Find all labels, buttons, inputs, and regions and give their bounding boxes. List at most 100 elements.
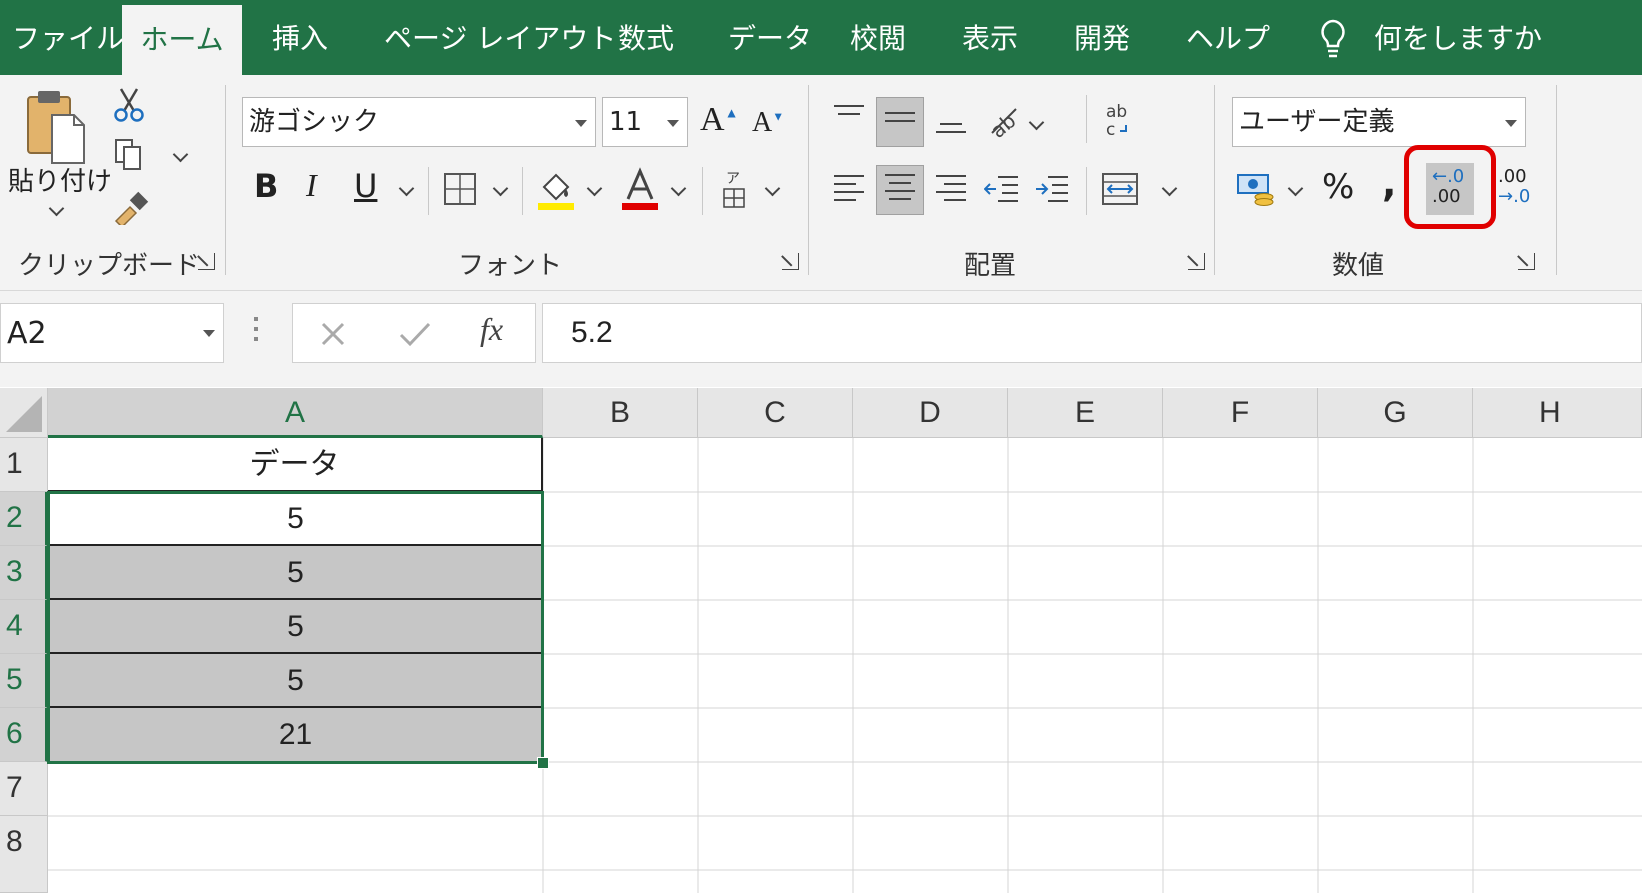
tab-review[interactable]: 校閲	[850, 0, 906, 75]
row-header-4[interactable]: 4	[0, 600, 48, 654]
select-all-button[interactable]	[0, 388, 48, 438]
row-header-5[interactable]: 5	[0, 654, 48, 708]
column-header-b[interactable]: B	[543, 388, 698, 438]
font-name-combo[interactable]: 游ゴシック	[242, 97, 596, 147]
lightbulb-icon	[1321, 19, 1345, 58]
number-format-combo[interactable]: ユーザー定義	[1232, 97, 1526, 147]
paste-dropdown-chevron-icon[interactable]	[48, 200, 65, 217]
borders-dropdown-chevron-icon[interactable]	[492, 180, 509, 197]
decrease-indent-icon[interactable]	[984, 173, 1020, 205]
tell-me-search[interactable]: 何をしますか	[1374, 0, 1542, 75]
group-separator	[1214, 85, 1215, 275]
svg-text:c: c	[1106, 120, 1115, 140]
increase-indent-icon[interactable]	[1034, 173, 1070, 205]
borders-icon[interactable]	[442, 171, 478, 207]
font-launcher-icon[interactable]	[782, 253, 799, 270]
font-size-value: 11	[609, 107, 643, 137]
tab-developer[interactable]: 開発	[1074, 0, 1130, 75]
number-launcher-icon[interactable]	[1518, 253, 1535, 270]
accounting-format-icon[interactable]	[1236, 171, 1276, 207]
insert-function-button[interactable]: fx	[480, 311, 503, 348]
row-header-7[interactable]: 7	[0, 762, 48, 816]
merge-center-icon[interactable]	[1100, 171, 1140, 207]
middle-align-button[interactable]	[876, 97, 924, 147]
number-format-value: ユーザー定義	[1239, 107, 1395, 137]
font-color-dropdown-chevron-icon[interactable]	[670, 180, 687, 197]
group-separator	[225, 85, 226, 275]
align-center-button[interactable]	[876, 165, 924, 215]
clipboard-launcher-icon[interactable]	[198, 253, 215, 270]
bold-button[interactable]: B	[254, 167, 278, 205]
formula-input[interactable]: 5.2	[542, 303, 1642, 363]
ribbon-tab-bar: ファイル ホーム 挿入 ページ レイアウト 数式 データ 校閲 表示 開発 ヘル…	[0, 0, 1642, 75]
tab-home[interactable]: ホーム	[122, 5, 242, 75]
column-header-g[interactable]: G	[1318, 388, 1473, 438]
format-painter-icon[interactable]	[112, 189, 150, 225]
row-header-8[interactable]: 8	[0, 816, 48, 893]
fill-color-dropdown-chevron-icon[interactable]	[586, 180, 603, 197]
accounting-dropdown-chevron-icon[interactable]	[1287, 180, 1304, 197]
row-header-2[interactable]: 2	[0, 492, 48, 546]
tab-view[interactable]: 表示	[962, 0, 1018, 75]
decrease-decimal-top-label: .00	[1498, 166, 1527, 187]
copy-icon[interactable]	[112, 137, 146, 173]
font-size-combo[interactable]: 11	[602, 97, 688, 147]
row-header-6[interactable]: 6	[0, 708, 48, 762]
number-group-label: 数値	[1332, 251, 1385, 281]
increase-decimal-button[interactable]: ←.0 .00	[1426, 163, 1474, 215]
enter-check-icon[interactable]	[398, 319, 432, 349]
comma-style-button[interactable]: ,	[1382, 161, 1396, 205]
row-header-3[interactable]: 3	[0, 546, 48, 600]
tab-insert[interactable]: 挿入	[272, 0, 328, 75]
fill-handle[interactable]	[537, 757, 549, 769]
group-separator	[1086, 95, 1087, 143]
align-right-icon[interactable]	[936, 175, 966, 207]
copy-dropdown-chevron-icon[interactable]	[172, 146, 189, 163]
paste-icon	[27, 91, 85, 164]
tab-page-layout[interactable]: ページ レイアウト	[384, 0, 616, 75]
grow-font-button[interactable]: A▲	[700, 101, 738, 139]
font-name-value: 游ゴシック	[249, 107, 380, 137]
increase-decimal-arrow-icon: ←.0	[1432, 166, 1465, 187]
fill-color-icon[interactable]	[536, 167, 576, 211]
orientation-icon[interactable]: ab	[986, 103, 1022, 139]
select-all-triangle-icon	[6, 396, 42, 432]
merge-dropdown-chevron-icon[interactable]	[1161, 180, 1178, 197]
cell-a1[interactable]: データ	[48, 438, 543, 492]
phonetic-guide-icon[interactable]: ア	[718, 169, 750, 211]
column-header-f[interactable]: F	[1163, 388, 1318, 438]
paste-button[interactable]: 貼り付け	[8, 161, 112, 198]
alignment-launcher-icon[interactable]	[1188, 253, 1205, 270]
align-left-icon[interactable]	[834, 175, 864, 207]
cancel-icon[interactable]	[318, 319, 348, 349]
phonetic-dropdown-chevron-icon[interactable]	[764, 180, 781, 197]
font-color-icon[interactable]	[620, 167, 660, 211]
bottom-align-icon[interactable]	[936, 123, 966, 139]
orientation-dropdown-chevron-icon[interactable]	[1028, 114, 1045, 131]
wrap-text-icon[interactable]: ab c	[1104, 101, 1138, 141]
name-box[interactable]: A2	[0, 303, 224, 363]
italic-button[interactable]: I	[306, 167, 317, 204]
group-separator	[808, 85, 809, 275]
tab-help[interactable]: ヘルプ	[1186, 0, 1270, 75]
top-align-icon[interactable]	[834, 105, 864, 121]
tab-data[interactable]: データ	[728, 0, 812, 75]
tab-formulas[interactable]: 数式	[618, 0, 674, 75]
cut-icon[interactable]	[112, 87, 146, 123]
column-header-d[interactable]: D	[853, 388, 1008, 438]
group-separator	[522, 167, 523, 215]
formula-bar-splitter[interactable]	[254, 317, 258, 347]
alignment-group-label: 配置	[964, 251, 1017, 281]
underline-dropdown-chevron-icon[interactable]	[398, 180, 415, 197]
column-header-h[interactable]: H	[1473, 388, 1642, 438]
column-header-a[interactable]: A	[48, 388, 543, 438]
decrease-decimal-button[interactable]: .00 →.0	[1496, 167, 1536, 213]
underline-button[interactable]: U	[354, 167, 377, 205]
column-header-c[interactable]: C	[698, 388, 853, 438]
group-separator	[1086, 167, 1087, 215]
column-header-e[interactable]: E	[1008, 388, 1163, 438]
row-header-1[interactable]: 1	[0, 438, 48, 492]
percent-style-button[interactable]: %	[1322, 167, 1354, 207]
shrink-font-button[interactable]: A▼	[752, 107, 784, 139]
tab-file[interactable]: ファイル	[12, 0, 124, 75]
